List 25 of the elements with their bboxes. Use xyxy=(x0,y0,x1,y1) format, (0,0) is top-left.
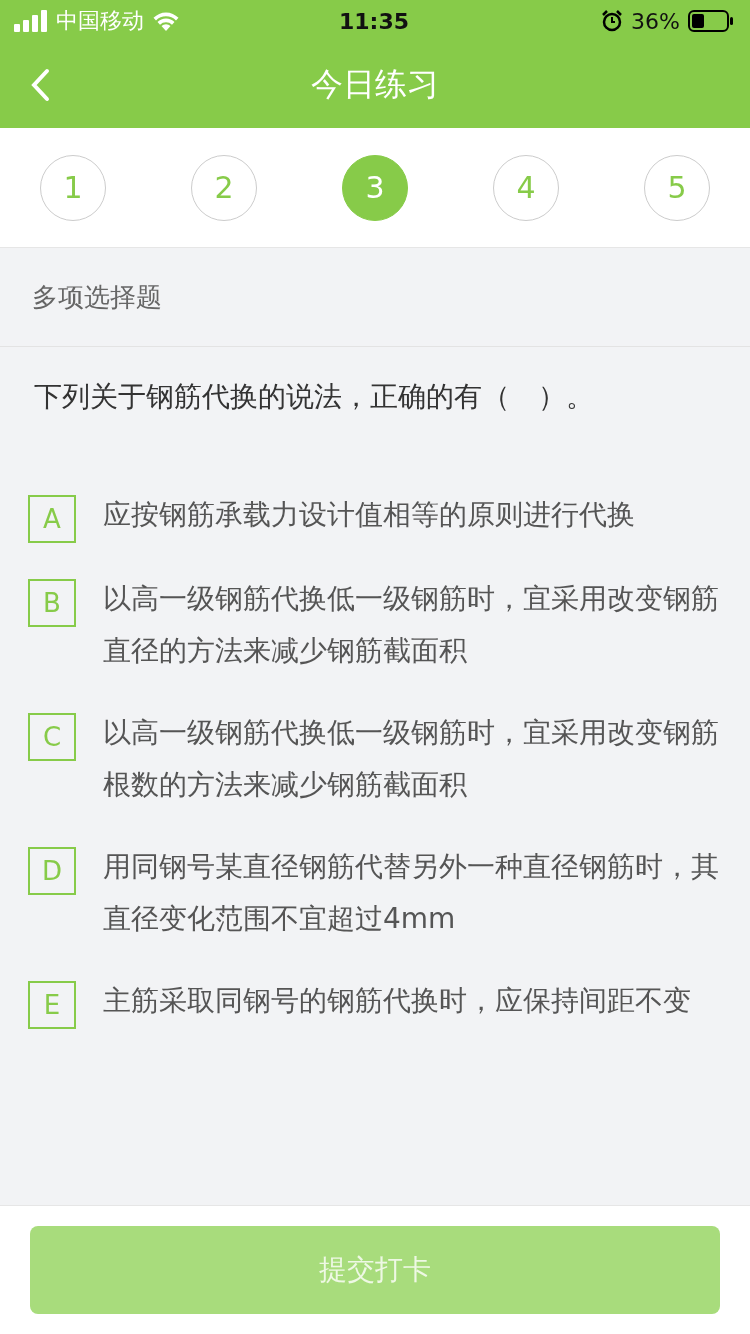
option-letter-box[interactable]: E xyxy=(28,981,76,1029)
option-letter-box[interactable]: C xyxy=(28,713,76,761)
question-number-tab[interactable]: 4 xyxy=(493,154,559,221)
option-text[interactable]: 应按钢筋承载力设计值相等的原则进行代换 xyxy=(103,489,635,541)
option-letter-box[interactable]: D xyxy=(28,847,76,895)
signal-icon xyxy=(14,10,48,32)
option-text[interactable]: 用同钢号某直径钢筋代替另外一种直径钢筋时，其直径变化范围不宜超过4mm xyxy=(103,841,720,945)
question-number-tab[interactable]: 2 xyxy=(191,154,257,221)
question-text: 下列关于钢筋代换的说法，正确的有（ ）。 xyxy=(34,379,595,415)
question-number-tab[interactable]: 3 xyxy=(342,154,408,221)
option-letter-box[interactable]: B xyxy=(28,579,76,627)
alarm-clock-icon xyxy=(601,10,624,32)
option-text[interactable]: 以高一级钢筋代换低一级钢筋时，宜采用改变钢筋根数的方法来减少钢筋截面积 xyxy=(103,707,720,811)
carrier-name: 中国移动 xyxy=(56,7,144,35)
option-text[interactable]: 主筋采取同钢号的钢筋代换时，应保持间距不变 xyxy=(103,975,691,1027)
battery-percent: 36% xyxy=(631,8,680,34)
question-type-label: 多项选择题 xyxy=(0,248,750,347)
question-number-tab[interactable]: 1 xyxy=(40,154,106,221)
wifi-icon xyxy=(152,10,180,32)
status-time: 11:35 xyxy=(339,8,409,34)
option-letter-box[interactable]: A xyxy=(28,495,76,543)
page-title: 今日练习 xyxy=(311,64,439,105)
option-text[interactable]: 以高一级钢筋代换低一级钢筋时，宜采用改变钢筋直径的方法来减少钢筋截面积 xyxy=(103,573,720,677)
question-number-tab[interactable]: 5 xyxy=(644,154,710,221)
battery-icon xyxy=(688,10,734,32)
